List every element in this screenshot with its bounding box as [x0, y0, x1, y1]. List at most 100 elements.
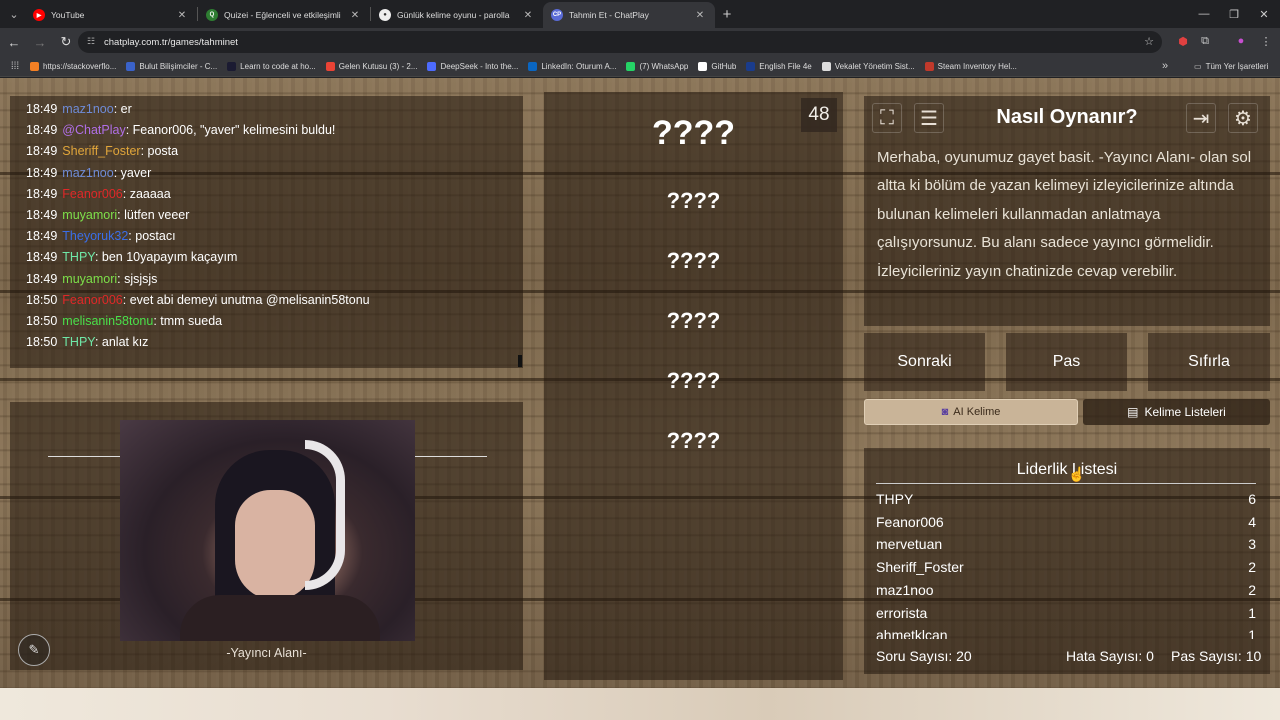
player-name: maz1noo [876, 581, 934, 598]
bookmark-favicon-icon [325, 61, 335, 71]
leaderboard-row: maz1noo 2 [876, 582, 1256, 605]
leaderboard-list[interactable]: THPY 6 Feanor006 4 mervetuan 3 Sheriff_Foster 2… [864, 448, 1270, 639]
question-count: Soru Sayısı: 20 [876, 648, 972, 664]
bookmark-label: Vekalet Yönetim Sist... [834, 61, 915, 71]
chat-time: 18:50 [26, 335, 58, 350]
chat-scrollbar[interactable] [518, 355, 522, 367]
chat-text: : posta [140, 144, 179, 159]
address-bar[interactable]: ☷ chatplay.com.tr/games/tahminet ☆ [78, 31, 1162, 53]
hidden-words-panel: 48 ???????????????????????? [544, 92, 843, 680]
webcam-video [120, 420, 415, 641]
all-bookmarks-label: Tüm Yer İşaretleri [1205, 61, 1269, 71]
extension-icon[interactable]: ⬢ [1173, 30, 1193, 52]
chat-message: 18:49 @ChatPlay: Feanor006, "yaver" kelim… [26, 120, 523, 141]
tab-close-icon[interactable]: ✕ [693, 10, 707, 21]
close-window-icon[interactable]: ✕ [1248, 0, 1280, 28]
reload-icon[interactable]: ↻ [54, 30, 78, 54]
tab-0[interactable]: ▶ YouTube ✕ [25, 2, 197, 28]
player-name: Feanor006 [876, 513, 944, 530]
exit-icon[interactable]: ⇥ [1186, 103, 1216, 133]
player-name: mervetuan [876, 536, 943, 553]
tab-close-icon[interactable]: ✕ [348, 10, 362, 21]
chat-time: 18:49 [26, 102, 58, 116]
bookmark-star-icon[interactable]: ☆ [1144, 35, 1154, 48]
chat-text: : anlat kız [94, 335, 149, 350]
list-icon: ▤ [1127, 405, 1139, 419]
profile-avatar[interactable]: ● [1231, 30, 1251, 52]
stats-bar: Soru Sayısı: 20 Hata Sayısı: 0 Pas Sayıs… [864, 644, 1270, 670]
wand-icon[interactable]: ✎ [18, 634, 50, 666]
word-lists-button[interactable]: ▤ Kelime Listeleri [1083, 399, 1270, 425]
bookmark-item[interactable]: Steam Inventory Hel... [924, 61, 1017, 71]
tab-3[interactable]: CP Tahmin Et - ChatPlay ✕ [543, 2, 715, 28]
restore-icon[interactable]: ❐ [1218, 0, 1250, 28]
bookmark-favicon-icon [698, 61, 708, 71]
tab-search-icon[interactable]: ⌄ [3, 3, 25, 25]
bookmark-item[interactable]: GitHub [698, 61, 736, 71]
tab-1[interactable]: Q Quizei - Eğlenceli ve etkileşimli ✕ [198, 2, 370, 28]
address-url: chatplay.com.tr/games/tahminet [104, 36, 238, 48]
chat-time: 18:49 [26, 186, 58, 201]
chat-text: : evet abi demeyi unutma @melisanin58ton… [122, 292, 370, 307]
chat-message: 18:50 THPY: anlat kız [26, 332, 523, 353]
leaderboard-row: errorista 1 [876, 605, 1256, 628]
chat-text: : postacı [128, 229, 176, 244]
chat-text: : lütfen veeer [117, 207, 190, 222]
extensions-puzzle-icon[interactable]: ⧉ [1195, 30, 1215, 52]
leaderboard-row: Feanor006 4 [876, 514, 1256, 537]
chat-username: muyamori [62, 207, 118, 222]
divider [48, 456, 120, 457]
reset-button[interactable]: Sıfırla [1148, 333, 1270, 391]
chat-panel: 18:49 maz1noo: er 18:49 @ChatPlay: Feanor00… [10, 96, 523, 368]
bookmark-item[interactable]: Vekalet Yönetim Sist... [821, 61, 915, 71]
streamer-area-label: -Yayıncı Alanı- [226, 646, 307, 660]
bookmark-label: Bulut Bilişimciler - C... [139, 61, 218, 71]
bookmark-item[interactable]: Gelen Kutusu (3) - 2... [325, 61, 418, 71]
pass-button[interactable]: Pas [1006, 333, 1127, 391]
back-icon[interactable]: ← [2, 30, 26, 54]
bookmark-item[interactable]: Learn to code at ho... [227, 61, 316, 71]
player-score: 1 [1248, 627, 1256, 639]
menu-kebab-icon[interactable]: ⋮ [1256, 30, 1276, 52]
chat-username: maz1noo [62, 165, 114, 180]
bookmark-label: Gelen Kutusu (3) - 2... [338, 61, 418, 71]
bookmark-item[interactable]: Bulut Bilişimciler - C... [126, 61, 218, 71]
new-tab-button[interactable]: + [715, 6, 739, 23]
bookmark-item[interactable]: DeepSeek - Into the... [427, 61, 519, 71]
bookmark-item[interactable]: (7) WhatsApp [626, 61, 688, 71]
bookmark-label: Steam Inventory Hel... [937, 61, 1017, 71]
tab-2[interactable]: ● Günlük kelime oyunu - parolla ✕ [371, 2, 543, 28]
apps-grid-icon[interactable]: ⁞⁞⁞ [0, 61, 30, 72]
browser-toolbar: ← → ↻ ☷ chatplay.com.tr/games/tahminet ☆ [0, 28, 1280, 56]
bookmark-favicon-icon [427, 61, 437, 71]
tab-title: Quizei - Eğlenceli ve etkileşimli [224, 10, 341, 20]
player-score: 3 [1248, 536, 1256, 553]
chat-message: 18:49 THPY: ben 10yapayım kaçayım [26, 247, 523, 268]
settings-gear-icon[interactable]: ⚙ [1228, 103, 1258, 133]
bookmarks-overflow-icon[interactable]: » [1162, 60, 1168, 72]
chat-text: : er [113, 102, 132, 116]
bookmark-label: DeepSeek - Into the... [440, 61, 519, 71]
tab-close-icon[interactable]: ✕ [521, 10, 535, 21]
leaderboard-row: Sheriff_Foster 2 [876, 559, 1256, 582]
all-bookmarks-folder[interactable]: ▭ Tüm Yer İşaretleri [1194, 62, 1268, 71]
chat-username: Sheriff_Foster [62, 144, 141, 159]
chat-message: 18:49 maz1noo: er [26, 99, 523, 120]
bookmark-label: Learn to code at ho... [240, 61, 316, 71]
forward-icon[interactable]: → [28, 30, 52, 54]
ai-word-button[interactable]: ◙ AI Kelime [864, 399, 1078, 425]
hidden-word: ???? [666, 308, 721, 333]
bookmark-label: English File 4e [759, 61, 812, 71]
site-info-icon[interactable]: ☷ [87, 36, 95, 47]
chat-text: : Feanor006, "yaver" kelimesini buldu! [125, 123, 336, 138]
next-button[interactable]: Sonraki [864, 333, 985, 391]
tab-title: Günlük kelime oyunu - parolla [397, 10, 510, 20]
chat-username: Theyoruk32 [62, 229, 129, 244]
player-name: Sheriff_Foster [876, 559, 964, 576]
bookmark-item[interactable]: LinkedIn: Oturum A... [528, 61, 616, 71]
bookmark-item[interactable]: English File 4e [746, 61, 812, 71]
bookmark-item[interactable]: https://stackoverflo... [30, 61, 116, 71]
tab-close-icon[interactable]: ✕ [175, 10, 189, 21]
minimize-icon[interactable]: — [1188, 0, 1220, 28]
leaderboard-row: ahmetklcan 1 [876, 627, 1256, 639]
